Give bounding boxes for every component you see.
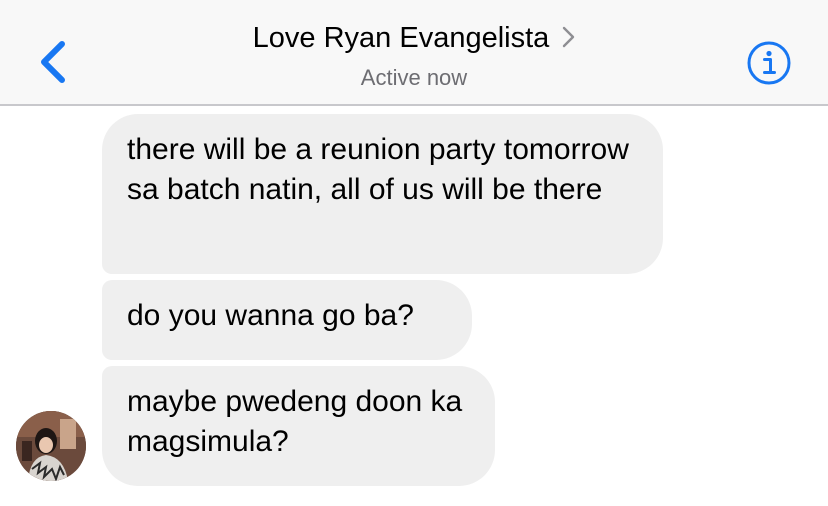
- chevron-right-icon: [563, 26, 575, 48]
- message-bubble[interactable]: maybe pwedeng doon ka magsimula?: [102, 366, 495, 486]
- message-thread[interactable]: there will be a reunion party tomorrow s…: [0, 106, 828, 506]
- contact-name-link[interactable]: Love Ryan Evangelista: [253, 18, 576, 58]
- avatar[interactable]: [16, 411, 86, 481]
- info-circle-icon[interactable]: [746, 40, 792, 86]
- contact-name: Love Ryan Evangelista: [252, 22, 550, 54]
- active-status: Active now: [360, 65, 468, 90]
- conversation-header: Love Ryan Evangelista Active now: [0, 0, 828, 106]
- message-bubble[interactable]: do you wanna go ba?: [102, 280, 472, 360]
- message-bubble[interactable]: there will be a reunion party tomorrow s…: [102, 114, 663, 274]
- avatar-photo: [16, 411, 86, 481]
